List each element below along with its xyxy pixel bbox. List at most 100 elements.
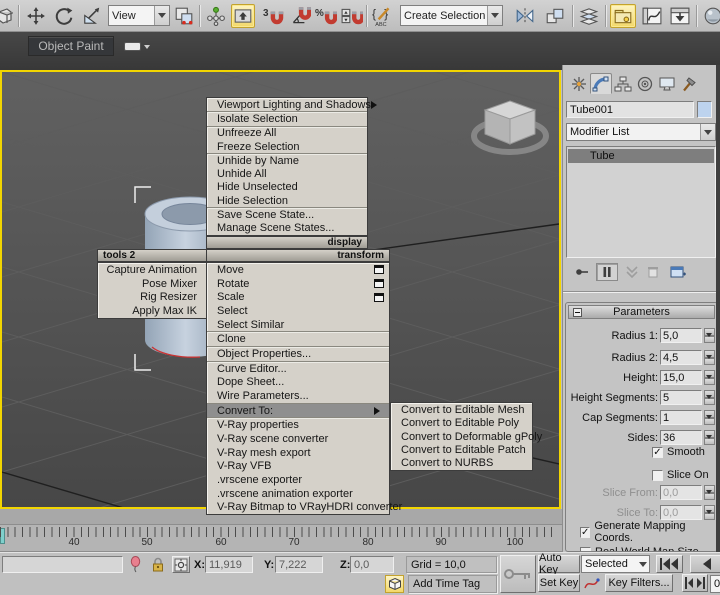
key-mode-toggle-button[interactable] [682,574,708,592]
absolute-mode-transform-toggle[interactable] [172,556,190,573]
menu-item[interactable]: Convert to Editable Patch [391,443,532,456]
settings-box-icon[interactable] [374,293,384,302]
menu-item[interactable]: Convert to Deformable gPoly [391,430,532,443]
menu-item[interactable]: Unfreeze All [207,127,367,140]
edit-named-selection-sets-button[interactable]: {}ABC [371,4,395,28]
remove-modifier-button[interactable] [642,263,664,281]
chevron-down-icon[interactable] [487,6,502,25]
configure-modifier-sets-button[interactable] [667,263,689,281]
z-coordinate-field[interactable]: 0,0 [350,556,394,573]
menu-item[interactable]: V-Ray VFB [207,459,389,473]
select-and-scale-button[interactable] [80,4,104,28]
select-and-rotate-button[interactable] [52,4,76,28]
menu-item[interactable]: Capture Animation [98,263,206,277]
key-filters-button[interactable]: Key Filters... [605,574,673,592]
pin-stack-button[interactable] [571,263,593,281]
mirror-button[interactable] [513,4,537,28]
menu-item[interactable]: Dope Sheet... [207,375,389,389]
use-pivot-point-center-button[interactable] [172,4,196,28]
menu-item[interactable]: Hide Selection [207,194,367,207]
object-color-swatch[interactable] [697,101,712,118]
menu-item[interactable]: V-Ray scene converter [207,432,389,446]
menu-item[interactable]: Scale [207,290,389,304]
menu-item[interactable]: Freeze Selection [207,140,367,153]
menu-item[interactable]: V-Ray properties [207,418,389,432]
notification-balloon-icon[interactable] [128,556,142,573]
spinner[interactable] [704,410,715,425]
menu-item[interactable]: Convert to Editable Mesh [391,403,532,416]
spinner[interactable] [704,328,715,343]
sides-field[interactable]: 36 [660,430,702,445]
chevron-down-icon[interactable] [636,558,649,571]
menu-item[interactable]: .vrscene animation exporter [207,487,389,501]
modifier-stack[interactable]: Tube [566,146,716,258]
isolate-selection-toggle[interactable] [385,575,404,593]
default-in-out-tangents-icon[interactable] [583,575,603,593]
tab-object-paint[interactable]: Object Paint [28,36,114,56]
menu-item[interactable]: Clone [207,332,389,346]
material-editor-button[interactable] [701,4,720,28]
menu-item[interactable]: Convert to Editable Poly [391,416,532,429]
menu-item[interactable]: Select [207,304,389,318]
settings-box-icon[interactable] [374,279,384,288]
tab-display[interactable] [656,73,678,94]
chevron-down-icon[interactable] [700,124,715,140]
add-time-tag[interactable]: Add Time Tag [408,575,497,593]
cap-segments-field[interactable]: 1 [660,410,702,425]
menu-item[interactable]: V-Ray Bitmap to VRayHDRI converter [207,500,389,514]
named-selection-set-dropdown[interactable]: Create Selection Se [400,5,503,26]
tab-modify[interactable] [590,73,612,94]
tab-motion[interactable] [634,73,656,94]
height-field[interactable]: 15,0 [660,370,702,385]
angle-snap-toggle-button[interactable] [288,4,312,28]
spinner-snap-toggle-button[interactable] [340,4,364,28]
x-coordinate-field[interactable]: 11,919 [205,556,253,573]
previous-frame-button[interactable] [690,555,720,573]
chevron-down-icon[interactable] [154,6,169,25]
snaps-toggle-3d-button[interactable]: 3 [262,4,286,28]
menu-item[interactable]: Rotate [207,277,389,291]
select-and-manipulate-button[interactable] [204,4,228,28]
menu-item[interactable]: Isolate Selection [207,112,367,125]
menu-item[interactable]: Select Similar [207,318,389,332]
generate-mapping-coords-checkbox[interactable] [580,527,590,538]
menu-item[interactable]: Unhide All [207,167,367,180]
radius2-field[interactable]: 4,5 [660,350,702,365]
menu-item[interactable]: .vrscene exporter [207,473,389,487]
menu-item-convert-to[interactable]: Convert To: [207,404,389,418]
height-segments-field[interactable]: 5 [660,390,702,405]
stack-item-tube[interactable]: Tube [568,149,714,163]
select-and-move-button[interactable] [24,4,48,28]
reference-coordinate-dropdown[interactable]: View [108,5,170,26]
layer-manager-button[interactable] [577,4,601,28]
keyboard-shortcut-override-toggle[interactable] [231,4,255,28]
tab-utilities[interactable] [678,73,700,94]
maxscript-mini-listener[interactable] [2,556,123,573]
toggle-ribbon-button[interactable] [610,4,636,28]
modifier-list-dropdown[interactable]: Modifier List [566,123,716,141]
menu-item[interactable]: Object Properties... [207,347,389,361]
menu-item[interactable]: V-Ray mesh export [207,446,389,460]
schematic-view-button[interactable] [668,4,692,28]
menu-item[interactable]: Viewport Lighting and Shadows [207,98,367,111]
spinner[interactable] [704,350,715,365]
menu-item[interactable]: Save Scene State... [207,208,367,221]
spinner[interactable] [704,390,715,405]
spinner[interactable] [704,370,715,385]
menu-item[interactable]: Manage Scene States... [207,222,367,235]
menu-item[interactable]: Wire Parameters... [207,389,389,403]
tab-create[interactable] [568,73,590,94]
current-frame-field[interactable]: 0 [710,575,720,593]
ribbon-minimize-dropdown[interactable] [124,40,154,52]
menu-item[interactable]: Rig Resizer [98,291,206,305]
menu-item[interactable]: Unhide by Name [207,154,367,167]
selection-lock-toggle[interactable] [150,556,165,573]
menu-item[interactable]: Pose Mixer [98,277,206,291]
settings-box-icon[interactable] [374,265,384,274]
tab-hierarchy[interactable] [612,73,634,94]
percent-snap-toggle-button[interactable]: % [314,4,338,28]
go-to-start-button[interactable] [656,555,683,573]
align-button[interactable] [543,4,567,28]
window-crossing-toggle-icon[interactable] [0,4,15,28]
set-key-button[interactable]: Set Key [538,574,580,592]
